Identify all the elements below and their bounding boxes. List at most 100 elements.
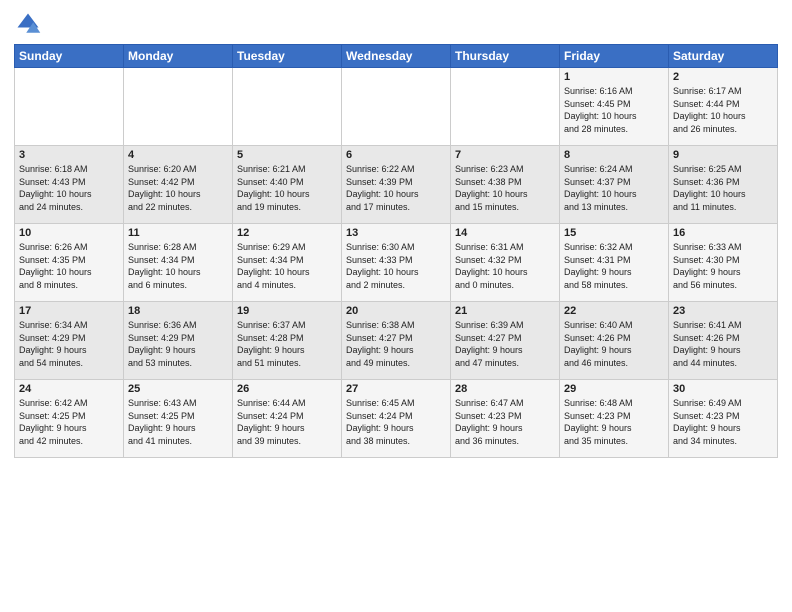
day-info: Sunrise: 6:33 AM Sunset: 4:30 PM Dayligh… bbox=[673, 241, 773, 291]
day-info: Sunrise: 6:17 AM Sunset: 4:44 PM Dayligh… bbox=[673, 85, 773, 135]
day-cell: 24 Sunrise: 6:42 AM Sunset: 4:25 PM Dayli… bbox=[15, 380, 124, 458]
day-number: 7 bbox=[455, 149, 555, 161]
day-number: 13 bbox=[346, 227, 446, 239]
day-number: 5 bbox=[237, 149, 337, 161]
day-info: Sunrise: 6:31 AM Sunset: 4:32 PM Dayligh… bbox=[455, 241, 555, 291]
day-cell: 6 Sunrise: 6:22 AM Sunset: 4:39 PM Daylig… bbox=[342, 146, 451, 224]
day-number: 27 bbox=[346, 383, 446, 395]
day-info: Sunrise: 6:40 AM Sunset: 4:26 PM Dayligh… bbox=[564, 319, 664, 369]
weekday-header-sunday: Sunday bbox=[15, 45, 124, 68]
day-number: 1 bbox=[564, 71, 664, 83]
day-info: Sunrise: 6:21 AM Sunset: 4:40 PM Dayligh… bbox=[237, 163, 337, 213]
day-number: 4 bbox=[128, 149, 228, 161]
day-cell: 10 Sunrise: 6:26 AM Sunset: 4:35 PM Dayli… bbox=[15, 224, 124, 302]
day-number: 22 bbox=[564, 305, 664, 317]
day-info: Sunrise: 6:37 AM Sunset: 4:28 PM Dayligh… bbox=[237, 319, 337, 369]
weekday-header-friday: Friday bbox=[560, 45, 669, 68]
day-cell: 25 Sunrise: 6:43 AM Sunset: 4:25 PM Dayli… bbox=[124, 380, 233, 458]
day-cell: 11 Sunrise: 6:28 AM Sunset: 4:34 PM Dayli… bbox=[124, 224, 233, 302]
day-cell: 13 Sunrise: 6:30 AM Sunset: 4:33 PM Dayli… bbox=[342, 224, 451, 302]
day-info: Sunrise: 6:44 AM Sunset: 4:24 PM Dayligh… bbox=[237, 397, 337, 447]
day-cell: 8 Sunrise: 6:24 AM Sunset: 4:37 PM Daylig… bbox=[560, 146, 669, 224]
day-info: Sunrise: 6:18 AM Sunset: 4:43 PM Dayligh… bbox=[19, 163, 119, 213]
day-number: 14 bbox=[455, 227, 555, 239]
day-cell: 21 Sunrise: 6:39 AM Sunset: 4:27 PM Dayli… bbox=[451, 302, 560, 380]
day-info: Sunrise: 6:42 AM Sunset: 4:25 PM Dayligh… bbox=[19, 397, 119, 447]
day-cell: 5 Sunrise: 6:21 AM Sunset: 4:40 PM Daylig… bbox=[233, 146, 342, 224]
day-number: 21 bbox=[455, 305, 555, 317]
day-info: Sunrise: 6:25 AM Sunset: 4:36 PM Dayligh… bbox=[673, 163, 773, 213]
day-cell bbox=[15, 68, 124, 146]
day-info: Sunrise: 6:29 AM Sunset: 4:34 PM Dayligh… bbox=[237, 241, 337, 291]
day-info: Sunrise: 6:24 AM Sunset: 4:37 PM Dayligh… bbox=[564, 163, 664, 213]
day-cell: 16 Sunrise: 6:33 AM Sunset: 4:30 PM Dayli… bbox=[669, 224, 778, 302]
day-cell: 4Sunrise: 6:20 AM Sunset: 4:42 PM Daylig… bbox=[124, 146, 233, 224]
day-cell: 23 Sunrise: 6:41 AM Sunset: 4:26 PM Dayli… bbox=[669, 302, 778, 380]
page: SundayMondayTuesdayWednesdayThursdayFrid… bbox=[0, 0, 792, 612]
day-info: Sunrise: 6:30 AM Sunset: 4:33 PM Dayligh… bbox=[346, 241, 446, 291]
day-number: 8 bbox=[564, 149, 664, 161]
day-cell: 18Sunrise: 6:36 AM Sunset: 4:29 PM Dayli… bbox=[124, 302, 233, 380]
header bbox=[14, 10, 778, 38]
day-number: 29 bbox=[564, 383, 664, 395]
logo bbox=[14, 10, 44, 38]
day-number: 30 bbox=[673, 383, 773, 395]
day-info: Sunrise: 6:41 AM Sunset: 4:26 PM Dayligh… bbox=[673, 319, 773, 369]
week-row-2: 3 Sunrise: 6:18 AM Sunset: 4:43 PM Daylig… bbox=[15, 146, 778, 224]
day-cell: 19 Sunrise: 6:37 AM Sunset: 4:28 PM Dayli… bbox=[233, 302, 342, 380]
day-info: Sunrise: 6:49 AM Sunset: 4:23 PM Dayligh… bbox=[673, 397, 773, 447]
day-cell: 26 Sunrise: 6:44 AM Sunset: 4:24 PM Dayli… bbox=[233, 380, 342, 458]
day-info: Sunrise: 6:39 AM Sunset: 4:27 PM Dayligh… bbox=[455, 319, 555, 369]
day-number: 25 bbox=[128, 383, 228, 395]
day-cell bbox=[233, 68, 342, 146]
day-number: 24 bbox=[19, 383, 119, 395]
day-cell bbox=[451, 68, 560, 146]
day-cell: 22 Sunrise: 6:40 AM Sunset: 4:26 PM Dayli… bbox=[560, 302, 669, 380]
day-info: Sunrise: 6:38 AM Sunset: 4:27 PM Dayligh… bbox=[346, 319, 446, 369]
day-info: Sunrise: 6:36 AM Sunset: 4:29 PM Dayligh… bbox=[128, 319, 228, 369]
week-row-5: 24 Sunrise: 6:42 AM Sunset: 4:25 PM Dayli… bbox=[15, 380, 778, 458]
day-cell: 3 Sunrise: 6:18 AM Sunset: 4:43 PM Daylig… bbox=[15, 146, 124, 224]
day-info: Sunrise: 6:47 AM Sunset: 4:23 PM Dayligh… bbox=[455, 397, 555, 447]
day-info: Sunrise: 6:28 AM Sunset: 4:34 PM Dayligh… bbox=[128, 241, 228, 291]
day-info: Sunrise: 6:16 AM Sunset: 4:45 PM Dayligh… bbox=[564, 85, 664, 135]
weekday-header-wednesday: Wednesday bbox=[342, 45, 451, 68]
day-info: Sunrise: 6:26 AM Sunset: 4:35 PM Dayligh… bbox=[19, 241, 119, 291]
day-number: 6 bbox=[346, 149, 446, 161]
week-row-1: 1 Sunrise: 6:16 AM Sunset: 4:45 PM Daylig… bbox=[15, 68, 778, 146]
day-number: 26 bbox=[237, 383, 337, 395]
day-number: 28 bbox=[455, 383, 555, 395]
weekday-header-tuesday: Tuesday bbox=[233, 45, 342, 68]
week-row-4: 17Sunrise: 6:34 AM Sunset: 4:29 PM Dayli… bbox=[15, 302, 778, 380]
day-cell: 7 Sunrise: 6:23 AM Sunset: 4:38 PM Daylig… bbox=[451, 146, 560, 224]
weekday-header-monday: Monday bbox=[124, 45, 233, 68]
day-info: Sunrise: 6:23 AM Sunset: 4:38 PM Dayligh… bbox=[455, 163, 555, 213]
day-cell: 9Sunrise: 6:25 AM Sunset: 4:36 PM Daylig… bbox=[669, 146, 778, 224]
day-info: Sunrise: 6:48 AM Sunset: 4:23 PM Dayligh… bbox=[564, 397, 664, 447]
day-cell: 29 Sunrise: 6:48 AM Sunset: 4:23 PM Dayli… bbox=[560, 380, 669, 458]
day-info: Sunrise: 6:34 AM Sunset: 4:29 PM Dayligh… bbox=[19, 319, 119, 369]
day-cell: 28 Sunrise: 6:47 AM Sunset: 4:23 PM Dayli… bbox=[451, 380, 560, 458]
day-number: 3 bbox=[19, 149, 119, 161]
day-cell bbox=[342, 68, 451, 146]
day-number: 20 bbox=[346, 305, 446, 317]
day-cell: 17Sunrise: 6:34 AM Sunset: 4:29 PM Dayli… bbox=[15, 302, 124, 380]
day-number: 16 bbox=[673, 227, 773, 239]
day-number: 11 bbox=[128, 227, 228, 239]
day-number: 19 bbox=[237, 305, 337, 317]
day-cell: 1 Sunrise: 6:16 AM Sunset: 4:45 PM Daylig… bbox=[560, 68, 669, 146]
day-number: 10 bbox=[19, 227, 119, 239]
day-cell: 20 Sunrise: 6:38 AM Sunset: 4:27 PM Dayli… bbox=[342, 302, 451, 380]
calendar: SundayMondayTuesdayWednesdayThursdayFrid… bbox=[14, 44, 778, 458]
day-info: Sunrise: 6:43 AM Sunset: 4:25 PM Dayligh… bbox=[128, 397, 228, 447]
day-cell: 12Sunrise: 6:29 AM Sunset: 4:34 PM Dayli… bbox=[233, 224, 342, 302]
day-info: Sunrise: 6:45 AM Sunset: 4:24 PM Dayligh… bbox=[346, 397, 446, 447]
day-cell: 14 Sunrise: 6:31 AM Sunset: 4:32 PM Dayli… bbox=[451, 224, 560, 302]
day-number: 23 bbox=[673, 305, 773, 317]
logo-icon bbox=[14, 10, 42, 38]
day-info: Sunrise: 6:32 AM Sunset: 4:31 PM Dayligh… bbox=[564, 241, 664, 291]
day-cell: 27 Sunrise: 6:45 AM Sunset: 4:24 PM Dayli… bbox=[342, 380, 451, 458]
day-info: Sunrise: 6:22 AM Sunset: 4:39 PM Dayligh… bbox=[346, 163, 446, 213]
day-cell: 30 Sunrise: 6:49 AM Sunset: 4:23 PM Dayli… bbox=[669, 380, 778, 458]
day-cell: 2Sunrise: 6:17 AM Sunset: 4:44 PM Daylig… bbox=[669, 68, 778, 146]
